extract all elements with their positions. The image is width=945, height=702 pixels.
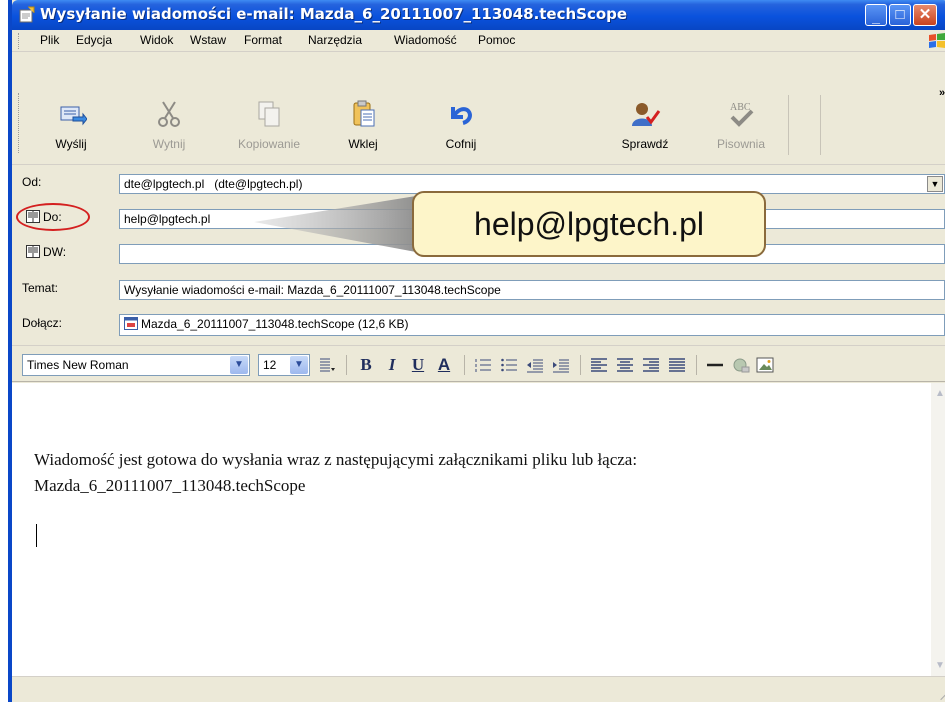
- scroll-up-icon[interactable]: ▲: [932, 385, 945, 402]
- body-text: Wiadomość jest gotowa do wysłania wraz z…: [34, 447, 637, 499]
- hyperlink-icon[interactable]: [732, 357, 750, 373]
- callout-label: help@lpgtech.pl: [412, 191, 766, 257]
- chevron-down-icon[interactable]: ▼: [230, 356, 248, 374]
- format-separator: [464, 355, 465, 375]
- font-value: Times New Roman: [27, 358, 129, 372]
- numbered-list-icon[interactable]: [474, 357, 492, 373]
- paragraph-style-icon[interactable]: [318, 357, 336, 373]
- underline-icon[interactable]: U: [406, 354, 430, 376]
- format-toolbar: Times New Roman ▼ 12 ▼ B I U A: [12, 345, 945, 382]
- bold-icon[interactable]: B: [354, 354, 378, 376]
- italic-icon[interactable]: I: [380, 354, 404, 376]
- justify-icon[interactable]: [668, 357, 686, 373]
- decrease-indent-icon[interactable]: [526, 357, 544, 373]
- format-separator: [346, 355, 347, 375]
- format-separator: [696, 355, 697, 375]
- status-bar: [12, 676, 945, 702]
- bullet-list-icon[interactable]: [500, 357, 518, 373]
- compose-window: Wysyłanie wiadomości e-mail: Mazda_6_201…: [8, 0, 945, 702]
- message-body[interactable]: Wiadomość jest gotowa do wysłania wraz z…: [12, 383, 931, 676]
- resize-grip-icon[interactable]: [933, 685, 945, 701]
- font-select[interactable]: Times New Roman ▼: [22, 354, 250, 376]
- font-size-select[interactable]: 12 ▼: [258, 354, 310, 376]
- scroll-down-icon[interactable]: ▼: [932, 657, 945, 674]
- body-line-2: Mazda_6_20111007_113048.techScope: [34, 476, 306, 495]
- vertical-scrollbar[interactable]: ▲ ▼: [931, 383, 945, 676]
- font-color-icon[interactable]: A: [432, 354, 456, 376]
- align-left-icon[interactable]: [590, 357, 608, 373]
- insert-picture-icon[interactable]: [756, 357, 774, 373]
- text-cursor: [36, 524, 37, 547]
- format-separator: [580, 355, 581, 375]
- align-center-icon[interactable]: [616, 357, 634, 373]
- chevron-down-icon[interactable]: ▼: [290, 356, 308, 374]
- align-right-icon[interactable]: [642, 357, 660, 373]
- body-line-1: Wiadomość jest gotowa do wysłania wraz z…: [34, 450, 638, 469]
- horizontal-line-icon[interactable]: [706, 357, 724, 373]
- increase-indent-icon[interactable]: [552, 357, 570, 373]
- font-size-value: 12: [263, 358, 277, 372]
